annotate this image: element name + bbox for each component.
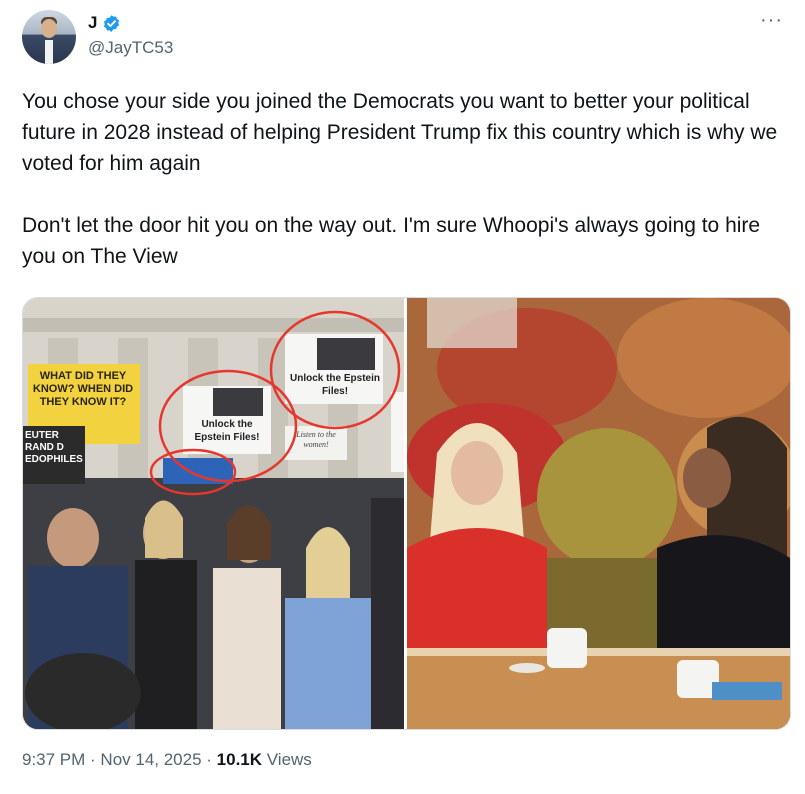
sign-yellow: WHAT DID THEY KNOW? WHEN DID THEY KNOW I…: [32, 370, 134, 408]
more-options-icon[interactable]: ···: [760, 10, 783, 30]
media-image-protest[interactable]: WHAT DID THEY KNOW? WHEN DID THEY KNOW I…: [23, 298, 404, 729]
sign-epstein-top: Unlock the Epstein Files!: [289, 373, 380, 397]
sign-black: EUTER RAND D EDOPHILES: [25, 430, 83, 465]
media-grid[interactable]: WHAT DID THEY KNOW? WHEN DID THEY KNOW I…: [22, 297, 791, 730]
media-image-interview[interactable]: [407, 298, 790, 729]
avatar[interactable]: [22, 10, 76, 64]
views-label: Views: [262, 750, 312, 769]
tweet-time[interactable]: 9:37 PM: [22, 750, 85, 769]
author-name-row[interactable]: J: [88, 12, 121, 34]
meta-separator: ·: [201, 750, 217, 769]
author-display-name[interactable]: J: [88, 13, 97, 33]
sign-small: Listen to the women!: [296, 430, 336, 449]
views-count: 10.1K: [216, 750, 263, 769]
tweet-text: You chose your side you joined the Democ…: [22, 86, 792, 272]
tweet-paragraph: Don't let the door hit you on the way ou…: [22, 214, 761, 268]
verified-badge-icon: [102, 14, 121, 33]
author-handle[interactable]: @JayTC53: [88, 38, 173, 58]
tweet-meta: 9:37 PM · Nov 14, 2025 · 10.1K Views: [22, 750, 312, 770]
tweet-paragraph: You chose your side you joined the Democ…: [22, 90, 778, 175]
meta-separator: ·: [85, 750, 101, 769]
sign-epstein-mid: Unlock the Epstein Files!: [194, 419, 260, 443]
tweet-date[interactable]: Nov 14, 2025: [100, 750, 201, 769]
